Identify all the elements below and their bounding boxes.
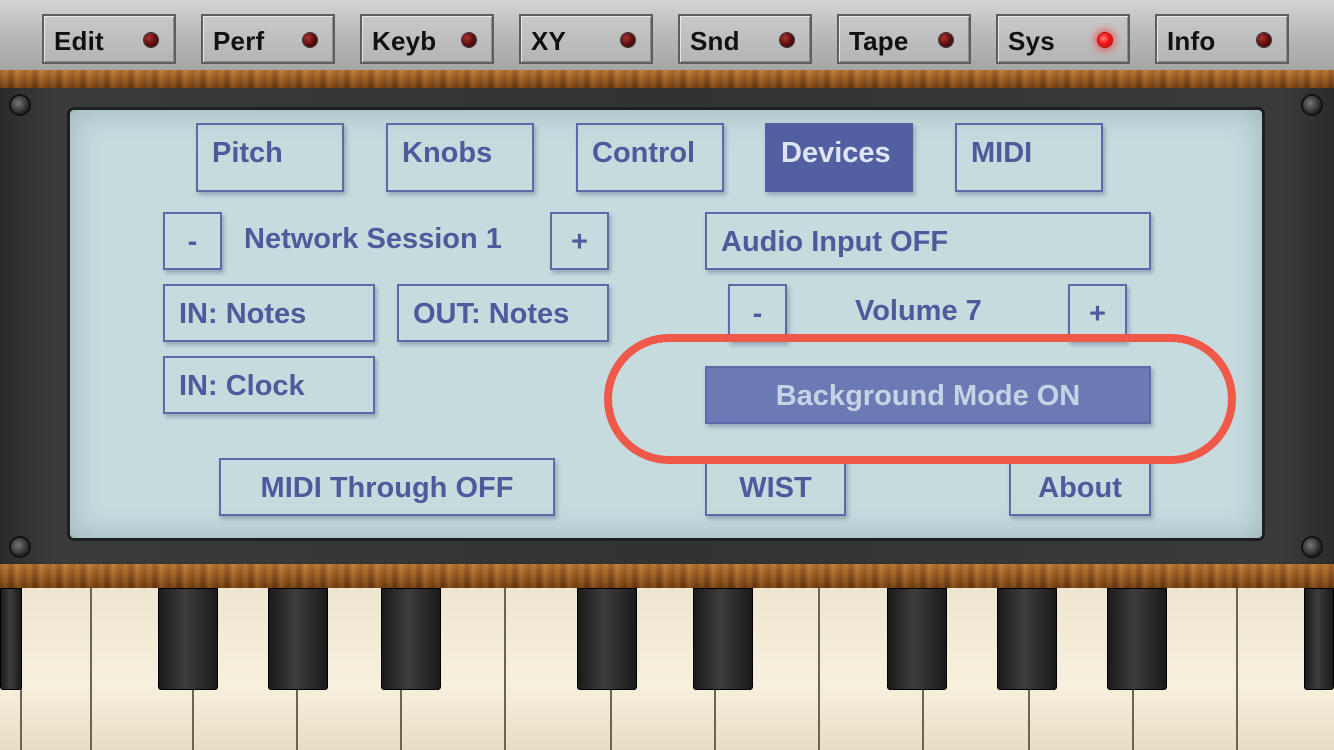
subtab-knobs[interactable]: Knobs (386, 123, 534, 192)
about-label: About (1038, 472, 1122, 504)
led-indicator-icon (144, 33, 158, 47)
midi-out-notes-button[interactable]: OUT: Notes (397, 284, 609, 342)
screw-icon (11, 538, 29, 556)
tab-info-label: Info (1167, 26, 1216, 56)
led-indicator-icon (939, 33, 953, 47)
subtab-control[interactable]: Control (576, 123, 724, 192)
black-key[interactable] (997, 588, 1057, 690)
subtab-devices-label: Devices (781, 137, 891, 169)
subtab-control-label: Control (592, 137, 696, 169)
led-indicator-icon (780, 33, 794, 47)
tab-perf[interactable]: Perf (201, 14, 335, 64)
led-indicator-icon (1257, 33, 1271, 47)
midi-in-clock-button[interactable]: IN: Clock (163, 356, 375, 414)
tab-sys-label: Sys (1008, 26, 1055, 56)
tab-edit-label: Edit (54, 26, 104, 56)
white-key[interactable] (22, 588, 92, 750)
tab-xy-label: XY (531, 26, 567, 56)
tab-keyb[interactable]: Keyb (360, 14, 494, 64)
black-key[interactable] (1107, 588, 1167, 690)
volume-label: Volume 7 (855, 295, 982, 327)
black-key[interactable] (577, 588, 637, 690)
led-indicator-active-icon (1098, 33, 1112, 47)
black-key[interactable] (1304, 588, 1334, 690)
network-session-increment-button[interactable]: + (550, 212, 609, 270)
piano-keyboard (0, 588, 1334, 750)
background-mode-toggle[interactable]: Background Mode ON (705, 366, 1151, 424)
network-session-label: Network Session 1 (244, 223, 502, 255)
minus-icon: - (187, 226, 198, 258)
wood-trim-top (0, 70, 1334, 88)
network-session-decrement-button[interactable]: - (163, 212, 222, 270)
tab-perf-label: Perf (213, 26, 265, 56)
minus-icon: - (752, 298, 763, 330)
volume-increment-button[interactable]: + (1068, 284, 1127, 342)
led-indicator-icon (462, 33, 476, 47)
midi-in-notes-label: IN: Notes (179, 298, 307, 330)
tab-xy[interactable]: XY (519, 14, 653, 64)
tab-tape[interactable]: Tape (837, 14, 971, 64)
tab-keyb-label: Keyb (372, 26, 437, 56)
led-indicator-icon (303, 33, 317, 47)
subtab-pitch-label: Pitch (212, 137, 283, 169)
midi-through-label: MIDI Through OFF (260, 472, 514, 504)
tab-edit[interactable]: Edit (42, 14, 176, 64)
audio-input-label: Audio Input OFF (721, 226, 949, 258)
black-key[interactable] (268, 588, 328, 690)
wood-trim-bottom (0, 564, 1334, 588)
subtab-pitch[interactable]: Pitch (196, 123, 344, 192)
midi-through-toggle[interactable]: MIDI Through OFF (219, 458, 555, 516)
wist-label: WIST (739, 472, 812, 504)
subtab-knobs-label: Knobs (402, 137, 493, 169)
subtab-devices[interactable]: Devices (765, 123, 913, 192)
plus-icon: + (1089, 298, 1106, 330)
tab-snd[interactable]: Snd (678, 14, 812, 64)
midi-in-clock-label: IN: Clock (179, 370, 305, 402)
subtab-midi-label: MIDI (971, 137, 1033, 169)
about-button[interactable]: About (1009, 458, 1151, 516)
midi-out-notes-label: OUT: Notes (413, 298, 570, 330)
black-key[interactable] (887, 588, 947, 690)
screw-icon (11, 96, 29, 114)
led-indicator-icon (621, 33, 635, 47)
top-menu-bar: Edit Perf Keyb XY Snd Tape Sys Info (0, 0, 1334, 71)
subtab-midi[interactable]: MIDI (955, 123, 1103, 192)
tab-tape-label: Tape (849, 26, 909, 56)
black-key[interactable] (0, 588, 22, 690)
volume-decrement-button[interactable]: - (728, 284, 787, 342)
audio-input-toggle[interactable]: Audio Input OFF (705, 212, 1151, 270)
tab-sys[interactable]: Sys (996, 14, 1130, 64)
black-key[interactable] (693, 588, 753, 690)
background-mode-label: Background Mode ON (775, 380, 1081, 412)
black-key[interactable] (381, 588, 441, 690)
tab-snd-label: Snd (690, 26, 740, 56)
plus-icon: + (571, 226, 588, 258)
wist-button[interactable]: WIST (705, 458, 846, 516)
midi-in-notes-button[interactable]: IN: Notes (163, 284, 375, 342)
black-key[interactable] (158, 588, 218, 690)
screw-icon (1303, 538, 1321, 556)
tab-info[interactable]: Info (1155, 14, 1289, 64)
screw-icon (1303, 96, 1321, 114)
